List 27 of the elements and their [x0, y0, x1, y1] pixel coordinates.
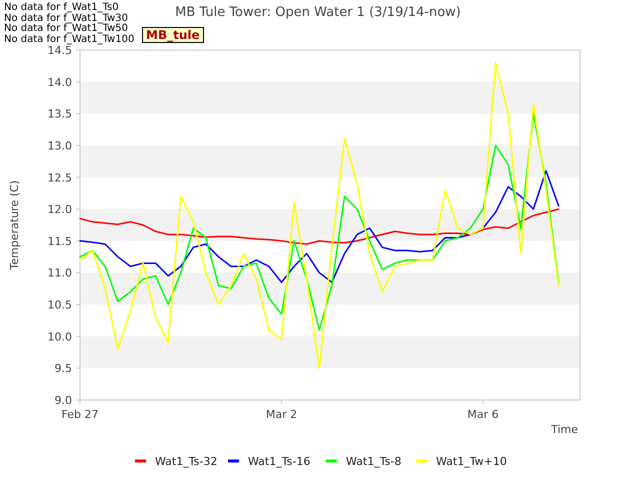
y-tick-label: 13.5	[48, 108, 72, 121]
no-data-notice: No data for f_Wat1_Tw30	[4, 14, 129, 24]
no-data-notice: No data for f_Wat1_Tw100	[4, 34, 134, 45]
y-axis-label: Temperature (C)	[8, 180, 21, 270]
y-tick-label: 12.5	[48, 171, 72, 184]
x-tick-label: Mar 2	[266, 408, 298, 421]
no-data-notice: No data for f_Wat1_Tw50	[4, 24, 129, 34]
y-tick-label: 12.0	[48, 203, 72, 216]
legend-label: Wat1_Tw+10	[436, 455, 507, 468]
legend-label: Wat1_Ts-16	[248, 455, 310, 468]
no-data-notice: No data for f_Wat1_Ts0	[4, 3, 120, 13]
x-tick-label: Feb 27	[62, 408, 98, 421]
y-tick-label: 11.5	[48, 234, 72, 248]
legend-label: Wat1_Ts-32	[155, 455, 218, 468]
y-tick-label: 10.0	[48, 330, 72, 344]
y-tick-label: 14.5	[48, 44, 72, 57]
legend-label: Wat1_Ts-8	[346, 455, 402, 468]
y-tick-label: 10.5	[48, 298, 72, 312]
x-axis-label: Time	[551, 423, 578, 436]
y-tick-label: 13.0	[48, 139, 72, 152]
y-tick-label: 9.5	[54, 362, 72, 376]
y-tick-label: 11.0	[48, 266, 72, 280]
chart-title: MB Tule Tower: Open Water 1 (3/19/14-now)	[175, 5, 461, 20]
x-tick-label: Mar 6	[467, 408, 499, 421]
site-label: MB_tule	[142, 27, 204, 43]
y-tick-label: 9.0	[54, 394, 72, 407]
y-tick-label: 14.0	[48, 76, 72, 89]
